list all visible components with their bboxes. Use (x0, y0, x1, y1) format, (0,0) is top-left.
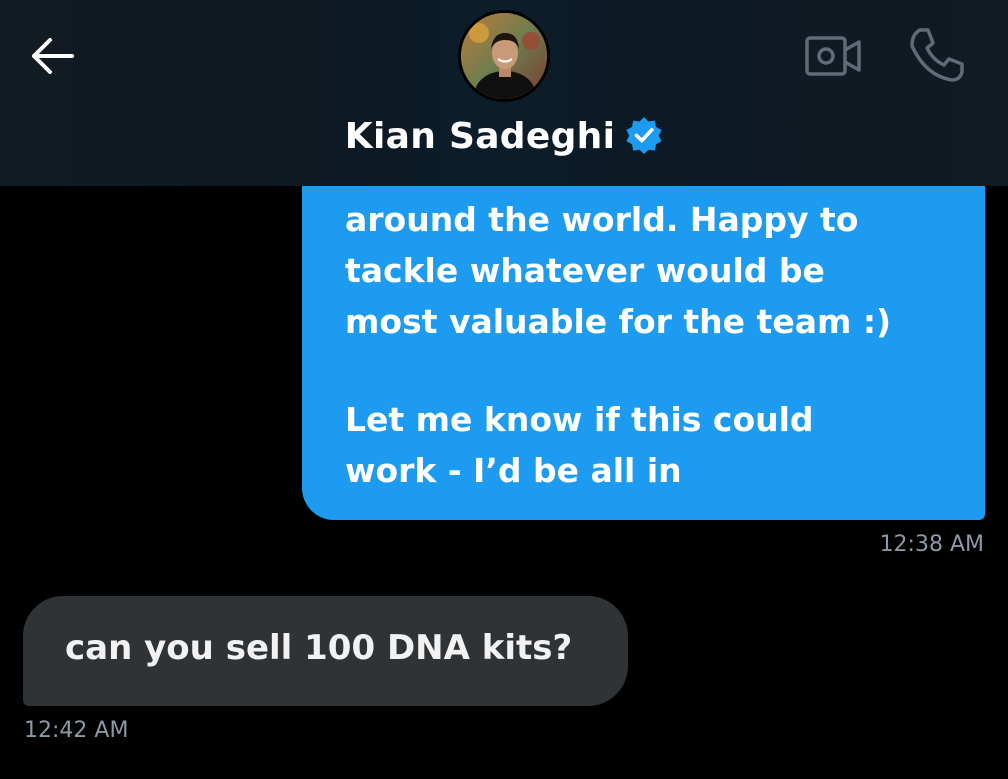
verified-badge-icon (626, 117, 662, 154)
outgoing-message-line: Let me know if this could (345, 400, 814, 439)
video-camera-icon (805, 36, 861, 76)
incoming-message-text: can you sell 100 DNA kits? (65, 628, 573, 668)
avatar-photo (461, 13, 547, 99)
incoming-message-bubble[interactable]: can you sell 100 DNA kits? (23, 596, 628, 706)
back-button[interactable] (26, 30, 78, 82)
outgoing-message-line: tackle whatever would be (345, 251, 825, 290)
outgoing-message-bubble[interactable]: around the world. Happy to tackle whatev… (302, 150, 985, 520)
phone-icon (910, 28, 964, 82)
outgoing-message-line: around the world. Happy to (345, 200, 859, 239)
contact-name: Kian Sadeghi (344, 116, 616, 157)
incoming-message-timestamp: 12:42 AM (24, 718, 129, 743)
contact-avatar[interactable] (458, 10, 550, 102)
dm-conversation-screen: around the world. Happy to tackle whatev… (0, 0, 1008, 779)
arrow-left-icon (32, 38, 74, 74)
outgoing-message-timestamp: 12:38 AM (879, 532, 984, 557)
conversation-header: Kian Sadeghi (0, 0, 1008, 186)
video-call-button[interactable] (804, 32, 862, 80)
outgoing-message-line: most valuable for the team :) (345, 302, 892, 341)
outgoing-message-line: work - I’d be all in (345, 451, 682, 490)
voice-call-button[interactable] (906, 26, 966, 84)
contact-name-row[interactable]: Kian Sadeghi (0, 116, 1008, 157)
